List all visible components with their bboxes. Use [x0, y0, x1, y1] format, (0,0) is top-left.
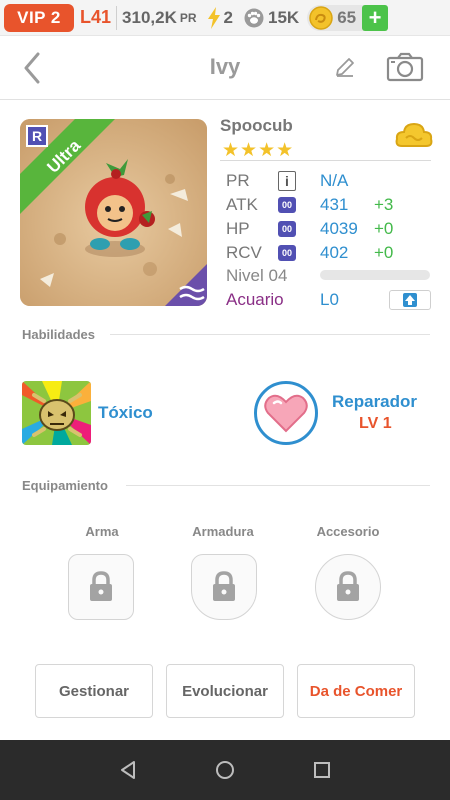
stat-value: 431: [320, 195, 349, 214]
lock-icon: [213, 571, 235, 601]
stat-value: N/A: [320, 171, 349, 190]
pet-portrait-image: Ultra R: [20, 119, 207, 306]
stat-badge: 00: [278, 221, 296, 237]
page-title: Ivy: [209, 54, 241, 79]
accessory-slot[interactable]: [315, 554, 381, 620]
equipment-section-title: Equipamiento: [22, 478, 108, 493]
accessory-slot-label: Accesorio: [316, 524, 380, 539]
manage-button[interactable]: Gestionar: [35, 664, 153, 718]
evolve-button[interactable]: Evolucionar: [166, 664, 284, 718]
stat-row-rcv: RCV 00 402 +0: [226, 242, 393, 264]
stat-badge: 00: [278, 197, 296, 213]
xp-progress-bar: [320, 270, 430, 280]
stat-bonus: +0: [374, 243, 394, 262]
arrow-up-icon: [403, 293, 417, 307]
paws-value: 15K: [268, 7, 300, 27]
top-status-bar: VIP 2 L41 310,2K PR 2 15K 65 +: [0, 0, 450, 36]
camera-icon[interactable]: [386, 52, 424, 82]
stat-row-atk: ATK 00 431 +3: [226, 194, 393, 216]
stat-value: 402: [320, 243, 349, 262]
armor-slot[interactable]: [191, 554, 257, 620]
active-skill-name[interactable]: Tóxico: [98, 403, 153, 423]
nav-back-icon[interactable]: [118, 760, 138, 780]
stat-label: PR: [226, 171, 250, 190]
coin-icon: [309, 5, 333, 30]
weapon-slot[interactable]: [68, 554, 134, 620]
heart-icon: [264, 394, 308, 433]
add-coins-button[interactable]: +: [362, 4, 389, 31]
coins-value: 65: [337, 7, 357, 27]
page-header: Ivy: [0, 36, 450, 100]
pet-level-label: Nivel 04: [226, 266, 288, 285]
skills-section-title: Habilidades: [22, 327, 95, 342]
lock-icon: [337, 571, 359, 601]
feed-button[interactable]: Da de Comer: [297, 664, 415, 718]
paws-stat[interactable]: 15K: [243, 8, 299, 28]
player-level: L41: [80, 7, 112, 27]
stat-bonus: +3: [374, 195, 394, 214]
star-rating: ★★★★: [222, 140, 295, 161]
energy-value: 2: [223, 7, 233, 27]
nav-recents-icon[interactable]: [312, 760, 332, 780]
rarity-badge: R: [32, 128, 42, 144]
energy-stat[interactable]: 2: [207, 6, 233, 29]
stat-row-hp: HP 00 4039 +0: [226, 218, 393, 240]
passive-skill-level: LV 1: [359, 415, 392, 432]
stat-value: 4039: [320, 219, 358, 238]
coins-stat[interactable]: 65 +: [307, 4, 389, 31]
section-divider: [110, 334, 430, 335]
aquarium-level: L0: [320, 290, 339, 309]
divider: [116, 5, 118, 30]
stat-label: ATK: [226, 195, 258, 214]
stat-label: HP: [226, 219, 250, 238]
pet-portrait-card[interactable]: Ultra R: [20, 119, 207, 306]
stat-label: RCV: [226, 243, 262, 262]
power-rating-suffix: PR: [179, 10, 197, 25]
weapon-slot-label: Arma: [85, 524, 119, 539]
passive-skill-name[interactable]: Reparador: [332, 392, 417, 412]
paw-icon: [244, 8, 264, 27]
aquarium-upgrade-button[interactable]: [389, 290, 431, 310]
pencil-icon[interactable]: [334, 56, 356, 78]
power-rating-value: 310,2K: [122, 7, 177, 27]
system-navigation-bar: [0, 740, 450, 800]
lightning-icon: [207, 6, 220, 29]
info-icon[interactable]: i: [278, 171, 296, 191]
stat-bonus: +0: [374, 219, 394, 238]
passive-skill-icon[interactable]: [254, 381, 318, 445]
lock-icon: [90, 571, 112, 601]
vip-badge[interactable]: VIP 2: [4, 3, 74, 32]
name-divider: [220, 160, 431, 161]
nav-home-icon[interactable]: [215, 760, 235, 780]
section-divider: [126, 485, 430, 486]
stat-badge: 00: [278, 245, 296, 261]
armor-slot-label: Armadura: [192, 524, 254, 539]
stat-row-pr: PR i N/A: [226, 170, 374, 192]
aquarium-label: Acuario: [226, 290, 284, 309]
active-skill-icon[interactable]: [22, 381, 91, 445]
toxic-skull-icon: [22, 381, 91, 445]
cloud-element-icon[interactable]: [394, 120, 434, 152]
pet-species-name: Spoocub: [220, 116, 293, 135]
